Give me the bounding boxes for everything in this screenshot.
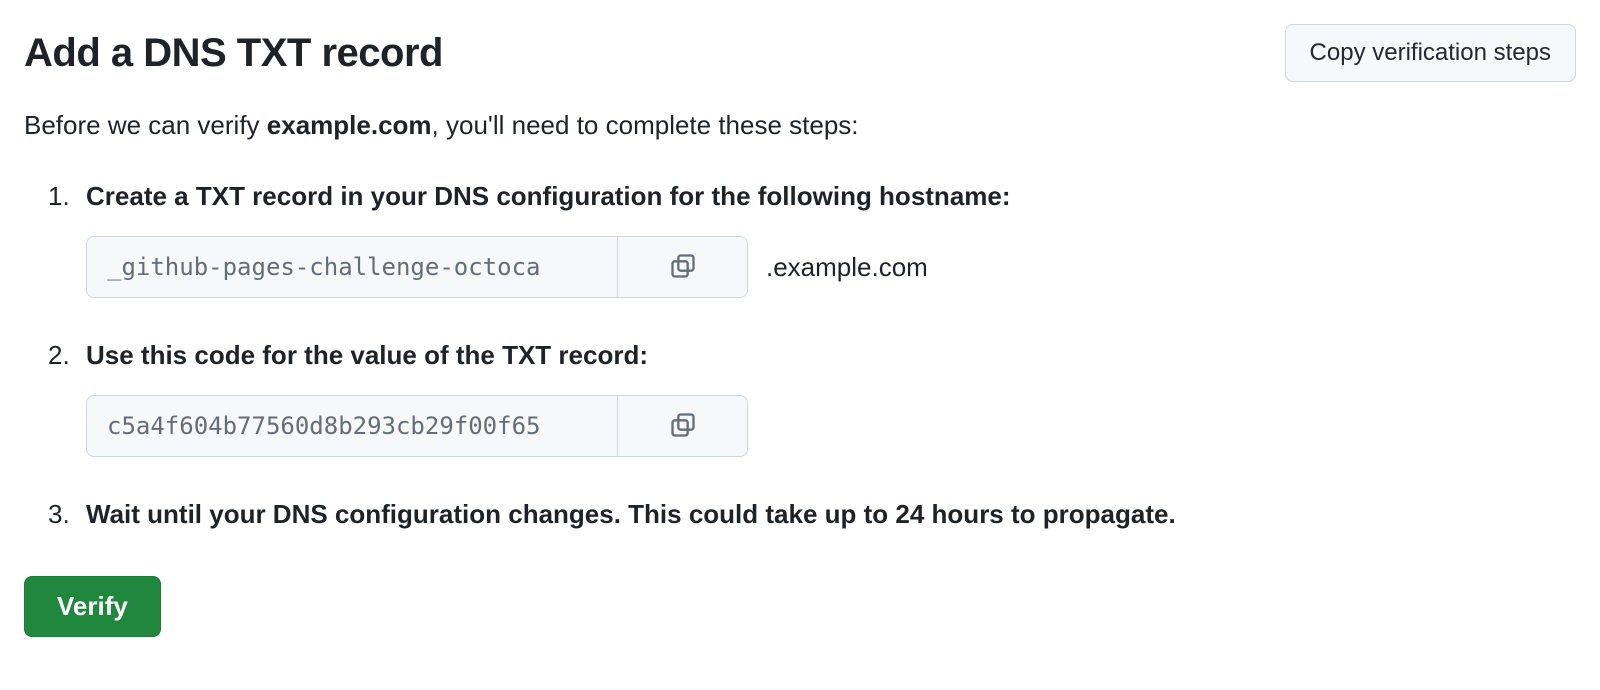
copy-txt-value-button[interactable] — [617, 396, 747, 456]
intro-suffix: , you'll need to complete these steps: — [432, 110, 859, 140]
step-1: Create a TXT record in your DNS configur… — [48, 181, 1576, 298]
step-3: Wait until your DNS configuration change… — [48, 499, 1576, 530]
page-title: Add a DNS TXT record — [24, 31, 443, 76]
intro-prefix: Before we can verify — [24, 110, 267, 140]
txt-value-field-group — [86, 395, 748, 457]
hostname-domain-suffix: .example.com — [766, 252, 928, 283]
step-2-title: Use this code for the value of the TXT r… — [86, 340, 1576, 371]
hostname-input[interactable] — [87, 237, 617, 297]
step-3-title: Wait until your DNS configuration change… — [86, 499, 1576, 530]
hostname-field-group — [86, 236, 748, 298]
copy-verification-steps-button[interactable]: Copy verification steps — [1285, 24, 1576, 82]
intro-text: Before we can verify example.com, you'll… — [24, 110, 1576, 141]
intro-domain: example.com — [267, 110, 432, 140]
copy-icon — [669, 411, 697, 442]
copy-hostname-button[interactable] — [617, 237, 747, 297]
copy-icon — [669, 252, 697, 283]
txt-value-input[interactable] — [87, 396, 617, 456]
verify-button[interactable]: Verify — [24, 576, 161, 637]
step-2: Use this code for the value of the TXT r… — [48, 340, 1576, 457]
step-1-title: Create a TXT record in your DNS configur… — [86, 181, 1576, 212]
